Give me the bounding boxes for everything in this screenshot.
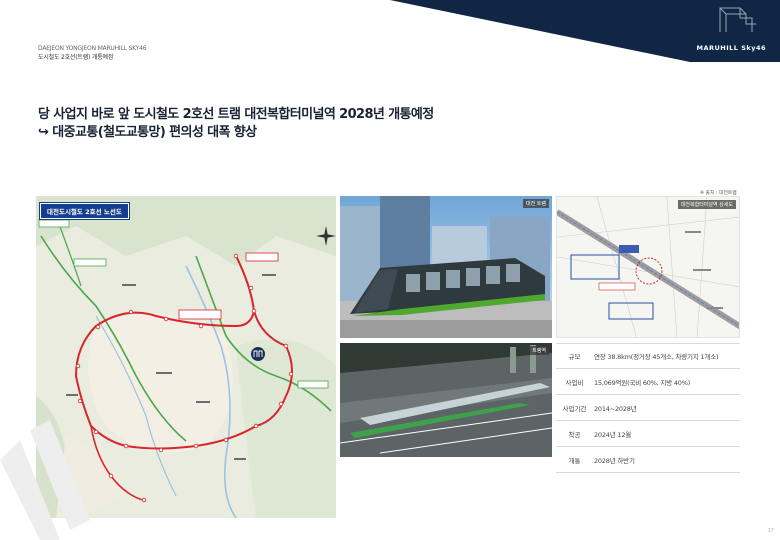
- station-plan-illustration: [557, 197, 739, 337]
- info-key: 사업비: [565, 378, 584, 387]
- info-row-budget: 사업비 15,069억원(국비 60%, 지방 40%): [556, 369, 740, 395]
- page-title: 당 사업지 바로 앞 도시철도 2호선 트램 대전복합터미널역 2028년 개통…: [38, 106, 434, 142]
- tram-illustration: [340, 196, 552, 338]
- project-info-table: 규모 연장 38.8km(정거장 45개소, 차량기지 1개소) 사업비 15,…: [556, 343, 740, 473]
- station-illustration: [340, 343, 552, 457]
- headline-line-2-text: 대중교통(철도교통망) 편의성 대폭 향상: [52, 125, 257, 140]
- info-key: 개통: [568, 456, 581, 465]
- station-photo: 트램역: [340, 343, 552, 457]
- breadcrumb: DAEJEON YONGJEON MARUHILL SKY46 도시철도 2호선…: [38, 44, 147, 62]
- info-row-period: 사업기간 2014~2028년: [556, 395, 740, 421]
- info-key: 사업기간: [562, 404, 587, 413]
- info-row-scale: 규모 연장 38.8km(정거장 45개소, 차량기지 1개소): [556, 343, 740, 369]
- info-value: 2024년 12월: [594, 430, 632, 439]
- info-value: 15,069억원(국비 60%, 지방 40%): [594, 378, 691, 387]
- page-number: 17: [767, 528, 774, 534]
- station-plan-label: 대전복합터미널역 상세도: [677, 200, 736, 209]
- station-photo-label: 트램역: [529, 346, 549, 355]
- info-value: 2014~2028년: [594, 404, 637, 413]
- map-title: 대전도시철도 2호선 노선도: [39, 202, 130, 220]
- return-arrow-icon: ↪: [38, 125, 49, 140]
- info-row-groundbreaking: 착공 2024년 12월: [556, 421, 740, 447]
- headline-line-1: 당 사업지 바로 앞 도시철도 2호선 트램 대전복합터미널역 2028년 개통…: [38, 107, 434, 122]
- tram-photo: 대전 트램: [340, 196, 552, 338]
- watermark-graphic: [0, 420, 90, 540]
- headline-line-2: ↪ 대중교통(철도교통망) 편의성 대폭 향상: [38, 124, 434, 142]
- info-key: 규모: [568, 353, 581, 361]
- info-key: 착공: [568, 430, 581, 439]
- project-name: DAEJEON YONGJEON MARUHILL SKY46: [38, 45, 147, 52]
- info-row-opening: 개통 2028년 하반기: [556, 447, 740, 473]
- info-value: 연장 38.8km(정거장 45개소, 차량기지 1개소): [594, 353, 719, 361]
- source-note: ※ 출처 : 대전트램: [700, 191, 737, 196]
- tram-photo-label: 대전 트램: [523, 199, 549, 208]
- brand-name: MARUHILL Sky46: [696, 44, 766, 52]
- info-value: 2028년 하반기: [594, 456, 635, 465]
- section-title: 도시철도 2호선(트램) 개통예정: [38, 54, 114, 61]
- station-plan-map: 대전복합터미널역 상세도: [556, 196, 740, 338]
- logo-icon: [719, 7, 756, 32]
